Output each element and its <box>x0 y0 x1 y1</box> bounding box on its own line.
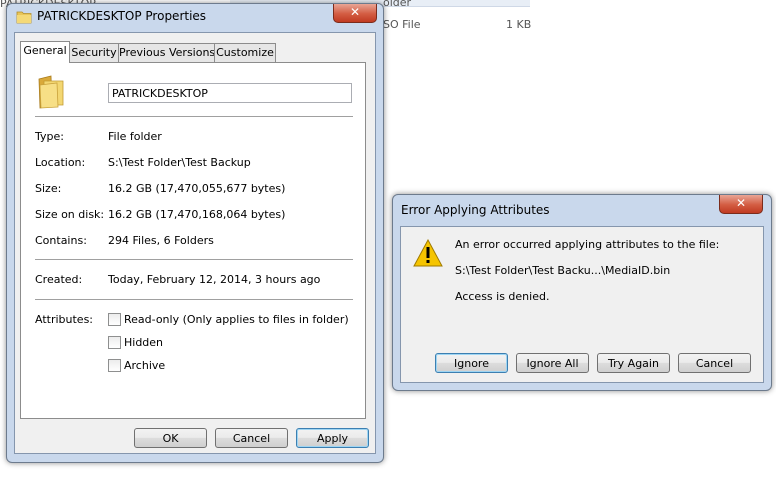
ignore-button[interactable]: Ignore <box>435 353 508 373</box>
size-label: Size: <box>35 182 62 195</box>
ok-button[interactable]: OK <box>134 428 207 448</box>
ignore-all-button[interactable]: Ignore All <box>516 353 589 373</box>
type-label: Type: <box>35 130 64 143</box>
location-value[interactable]: S:\Test Folder\Test Backup <box>108 156 251 169</box>
hidden-label[interactable]: Hidden <box>124 336 163 349</box>
folder-name-input[interactable]: PATRICKDESKTOP <box>108 83 352 103</box>
error-cancel-button[interactable]: Cancel <box>678 353 751 373</box>
close-icon: ✕ <box>349 5 361 19</box>
error-close-button[interactable]: ✕ <box>719 195 763 214</box>
properties-client-area: General Security Previous Versions Custo… <box>14 32 376 454</box>
hidden-checkbox[interactable] <box>108 336 121 349</box>
error-title: Error Applying Attributes <box>401 203 550 217</box>
error-file-path: S:\Test Folder\Test Backu...\MediaID.bin <box>455 264 671 277</box>
created-label: Created: <box>35 273 83 286</box>
folder-icon <box>16 10 32 27</box>
explorer-type-fragment: older <box>383 0 412 9</box>
tab-previous-versions[interactable]: Previous Versions <box>118 43 215 62</box>
close-icon: ✕ <box>735 196 747 210</box>
size-on-disk-label: Size on disk: <box>35 208 105 221</box>
separator <box>35 259 353 261</box>
separator <box>35 116 353 118</box>
error-client-area: An error occurred applying attributes to… <box>400 226 764 383</box>
warning-icon <box>413 238 443 270</box>
contains-label: Contains: <box>35 234 87 247</box>
size-on-disk-value: 16.2 GB (17,470,168,064 bytes) <box>108 208 286 221</box>
read-only-label[interactable]: Read-only (Only applies to files in fold… <box>124 313 349 326</box>
archive-label[interactable]: Archive <box>124 359 165 372</box>
properties-title: PATRICKDESKTOP Properties <box>37 9 207 23</box>
large-folder-icon <box>35 75 67 112</box>
error-message: An error occurred applying attributes to… <box>455 238 720 251</box>
tab-customize[interactable]: Customize <box>214 43 276 62</box>
error-reason: Access is denied. <box>455 290 550 303</box>
error-titlebar[interactable]: Error Applying Attributes ✕ <box>393 195 771 221</box>
explorer-type-fragment-2: SO File <box>383 18 421 31</box>
tab-security[interactable]: Security <box>69 43 119 62</box>
tab-general[interactable]: General <box>20 41 70 63</box>
error-dialog: Error Applying Attributes ✕ An error occ… <box>392 194 772 391</box>
attributes-label: Attributes: <box>35 313 94 326</box>
created-value: Today, February 12, 2014, 3 hours ago <box>108 273 321 286</box>
apply-button[interactable]: Apply <box>296 428 369 448</box>
separator <box>35 299 353 301</box>
read-only-checkbox[interactable] <box>108 313 121 326</box>
explorer-size-fragment: 1 KB <box>506 18 532 31</box>
archive-checkbox[interactable] <box>108 359 121 372</box>
try-again-button[interactable]: Try Again <box>597 353 670 373</box>
cancel-button[interactable]: Cancel <box>215 428 288 448</box>
location-label: Location: <box>35 156 86 169</box>
type-value: File folder <box>108 130 162 143</box>
size-value: 16.2 GB (17,470,055,677 bytes) <box>108 182 286 195</box>
general-tab-panel: PATRICKDESKTOP Type: File folder Locatio… <box>20 62 366 419</box>
properties-close-button[interactable]: ✕ <box>333 4 377 23</box>
properties-dialog: PATRICKDESKTOP Properties ✕ General Secu… <box>6 3 384 463</box>
contains-value: 294 Files, 6 Folders <box>108 234 214 247</box>
properties-titlebar[interactable]: PATRICKDESKTOP Properties ✕ <box>7 4 383 30</box>
